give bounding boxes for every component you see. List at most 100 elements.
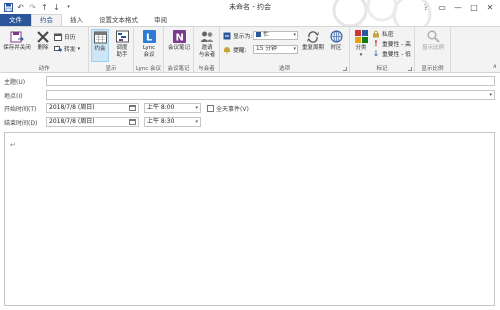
people-icon <box>200 29 215 44</box>
recurrence-icon <box>306 29 321 44</box>
reminder-label: 提醒: <box>223 45 247 54</box>
calendar-icon <box>54 33 62 41</box>
down-arrow-icon: ↓ <box>372 49 380 58</box>
tab-insert[interactable]: 插入 <box>62 14 91 26</box>
svg-text:N: N <box>175 33 183 44</box>
chevron-down-icon: ▾ <box>195 105 198 111</box>
categorize-icon <box>354 29 369 44</box>
down-icon[interactable]: ↓ <box>52 3 61 12</box>
location-input[interactable]: ▾ <box>46 90 495 100</box>
end-time-label: 结束时间(D) <box>4 120 38 127</box>
all-day-label: 全天事件(V) <box>216 106 249 113</box>
chevron-down-icon: ▾ <box>77 45 81 52</box>
body-editor[interactable]: ↵ <box>4 132 495 306</box>
save-close-button[interactable]: 保存并关闭 <box>2 29 32 52</box>
help-icon[interactable]: ? <box>418 0 434 14</box>
delete-button[interactable]: 删除 <box>35 29 51 52</box>
zoom-button[interactable]: 显示比例 <box>418 29 448 52</box>
group-options: 显示为: 忙 ▾ 提醒: 15 分钟 ▾ 重复周期 时区 选项 <box>220 27 350 73</box>
show-as-select[interactable]: 忙 ▾ <box>253 31 298 40</box>
chevron-down-icon: ▾ <box>293 46 296 52</box>
start-date-input[interactable]: 2018/7/8 (周日) <box>46 103 139 113</box>
appointment-form: 主题(U) 地点(I) ▾ 开始时间(T) 2018/7/8 (周日) 上午 8… <box>0 74 500 310</box>
group-meeting-notes: N 会议笔记 会议笔记 <box>164 27 194 73</box>
forward-icon <box>54 45 62 53</box>
redo-icon[interactable]: ↷ <box>28 3 37 12</box>
ribbon-tabs: 文件 约会 插入 设置文本格式 审阅 <box>0 14 500 26</box>
categorize-button[interactable]: 分类 ▾ <box>352 29 370 58</box>
show-as-label: 显示为: <box>223 31 252 40</box>
tab-file[interactable]: 文件 <box>0 14 31 26</box>
maximize-icon[interactable]: □ <box>466 0 482 14</box>
group-attendees: 邀请 与会者 与会者 <box>194 27 220 73</box>
title-bar: ↶ ↷ ↑ ↓ ▾ 未命名 - 约会 ? ▭ — □ ✕ <box>0 0 500 14</box>
lock-icon <box>372 30 380 38</box>
start-time-label: 开始时间(T) <box>4 106 37 113</box>
group-zoom: 显示比例 显示比例 <box>415 27 451 73</box>
all-day-checkbox[interactable] <box>207 105 214 112</box>
invite-attendees-button[interactable]: 邀请 与会者 <box>197 29 217 58</box>
bell-icon <box>223 46 231 54</box>
group-label: 与会者 <box>198 66 215 72</box>
appointment-icon <box>93 30 108 45</box>
collapse-ribbon-icon[interactable]: ∧ <box>493 63 497 70</box>
location-label: 地点(I) <box>4 93 23 100</box>
calendar-button[interactable]: 日历 <box>54 32 76 41</box>
low-importance-button[interactable]: ↓ 重要性 - 低 <box>372 49 411 58</box>
scheduling-assistant-button[interactable]: 调度 助手 <box>112 29 132 58</box>
save-close-icon <box>10 29 25 44</box>
globe-icon <box>329 29 344 44</box>
recurrence-button[interactable]: 重复周期 <box>302 29 324 52</box>
end-date-input[interactable]: 2018/7/8 (周日) <box>46 117 139 127</box>
tab-review[interactable]: 审阅 <box>146 14 175 26</box>
paragraph-mark: ↵ <box>10 141 16 149</box>
end-time-select[interactable]: 上午 8:30 ▾ <box>144 117 201 127</box>
customize-icon[interactable]: ▾ <box>64 3 73 12</box>
tab-appointment[interactable]: 约会 <box>31 14 62 26</box>
group-label: 显示 <box>105 66 117 72</box>
calendar-icon[interactable] <box>129 105 136 111</box>
subject-label: 主题(U) <box>4 79 26 86</box>
window-controls: ? ▭ — □ ✕ <box>418 0 498 14</box>
exclamation-icon: ! <box>374 39 378 48</box>
high-importance-button[interactable]: ! 重要性 - 高 <box>372 39 411 48</box>
chevron-down-icon: ▾ <box>489 92 492 98</box>
start-time-select[interactable]: 上午 8:00 ▾ <box>144 103 201 113</box>
onenote-icon: N <box>172 29 187 44</box>
up-icon[interactable]: ↑ <box>40 3 49 12</box>
delete-icon <box>36 29 51 44</box>
group-tags: 分类 ▾ 私密 ! 重要性 - 高 ↓ 重要性 - 低 标记 <box>350 27 415 73</box>
magnifier-icon <box>426 29 441 44</box>
reminder-select[interactable]: 15 分钟 ▾ <box>253 45 298 54</box>
group-show: 约会 调度 助手 显示 <box>89 27 134 73</box>
forward-button[interactable]: 转发 ▾ <box>54 44 80 53</box>
undo-icon[interactable]: ↶ <box>16 3 25 12</box>
group-actions: 保存并关闭 删除 日历 转发 ▾ 动作 <box>0 27 89 73</box>
quick-access-toolbar: ↶ ↷ ↑ ↓ ▾ <box>0 0 73 14</box>
chevron-down-icon: ▾ <box>195 119 198 125</box>
appointment-view-button[interactable]: 约会 <box>91 29 109 62</box>
ribbon: 保存并关闭 删除 日历 转发 ▾ 动作 约会 调度 助手 显示 L Lync 会… <box>0 26 500 73</box>
lync-icon: L <box>142 29 157 44</box>
group-label: 显示比例 <box>421 66 444 72</box>
minimize-icon[interactable]: — <box>450 0 466 14</box>
group-label: 选项 <box>278 66 290 72</box>
time-zones-button[interactable]: 时区 <box>327 29 345 52</box>
group-label: 会议笔记 <box>167 66 190 72</box>
subject-input[interactable] <box>46 76 495 86</box>
close-icon[interactable]: ✕ <box>482 0 498 14</box>
save-icon[interactable] <box>4 2 13 12</box>
lync-meeting-button[interactable]: L Lync 会议 <box>140 29 158 58</box>
meeting-notes-button[interactable]: N 会议笔记 <box>166 29 192 52</box>
private-button[interactable]: 私密 <box>372 29 394 38</box>
group-label: 标记 <box>376 66 388 72</box>
tab-format-text[interactable]: 设置文本格式 <box>91 14 146 26</box>
ribbon-display-icon[interactable]: ▭ <box>434 0 450 14</box>
show-as-icon <box>223 32 231 40</box>
scheduling-assistant-icon <box>115 29 130 44</box>
group-label: Lync 会议 <box>135 66 162 72</box>
group-lync: L Lync 会议 Lync 会议 <box>134 27 164 73</box>
calendar-icon[interactable] <box>129 119 136 125</box>
chevron-down-icon: ▾ <box>293 32 296 38</box>
busy-swatch <box>256 32 261 37</box>
